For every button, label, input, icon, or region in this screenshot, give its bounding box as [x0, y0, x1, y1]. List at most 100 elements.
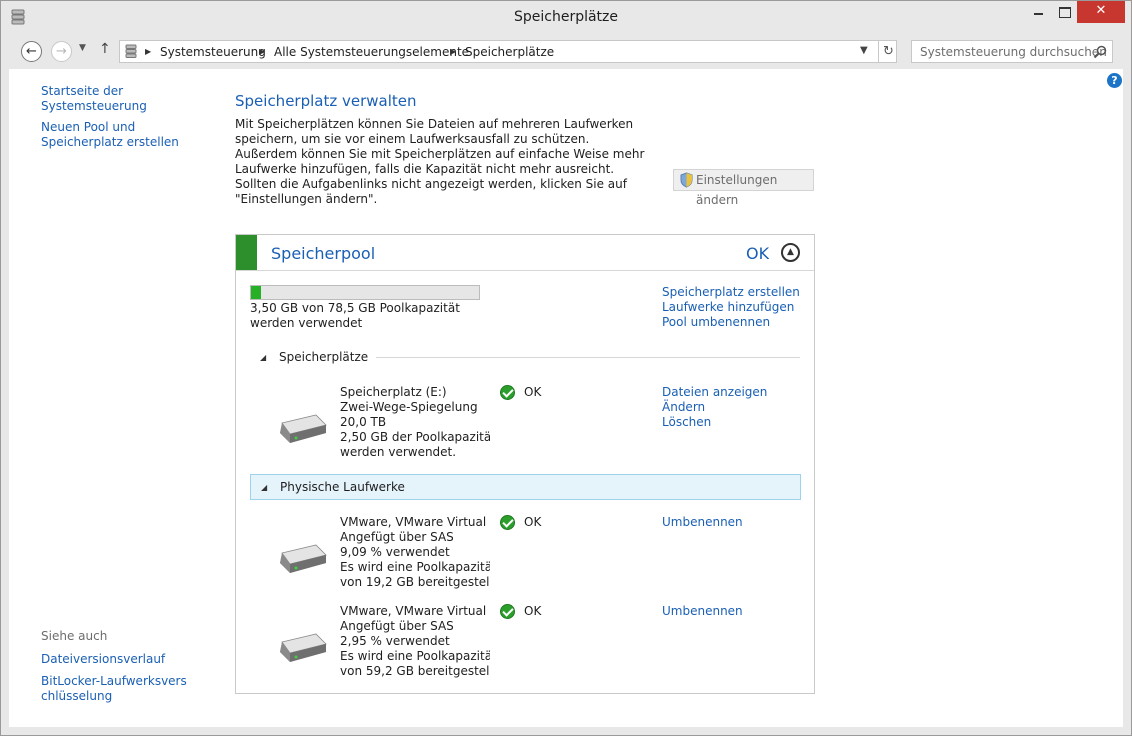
storage-spaces-icon [125, 44, 137, 58]
breadcrumb-systemsteuerung[interactable]: Systemsteuerung [160, 45, 266, 59]
title-bar: Speicherplätze ✕ [1, 1, 1131, 33]
search-input[interactable]: Systemsteuerung durchsuchen [920, 45, 1107, 59]
pool-actions: Speicherplatz erstellen Laufwerke hinzuf… [662, 285, 800, 330]
search-icon[interactable] [1092, 44, 1108, 60]
forward-button[interactable]: → [51, 41, 72, 62]
sidebar-home-link[interactable]: Startseite der Systemsteuerung [41, 84, 216, 114]
detail-line: von 59,2 GB bereitgestellt. [340, 664, 490, 678]
ok-check-icon [500, 604, 515, 619]
rename-drive-link[interactable]: Umbenennen [662, 604, 743, 619]
chevron-up-icon: ▲ [787, 247, 794, 257]
close-button[interactable]: ✕ [1077, 1, 1125, 23]
detail-line: werden verwendet. [340, 445, 457, 459]
physical-drive-item: VMware, VMware Virtual S... Angefügt übe… [250, 604, 800, 684]
create-space-link[interactable]: Speicherplatz erstellen [662, 285, 800, 300]
detail-line: Angefügt über SAS [340, 619, 454, 633]
search-box[interactable]: Systemsteuerung durchsuchen [911, 40, 1113, 63]
ok-check-icon [500, 385, 515, 400]
close-icon: ✕ [1095, 3, 1107, 18]
pool-status: OK [746, 244, 770, 263]
storage-space-actions: Dateien anzeigen Ändern Löschen [662, 385, 767, 430]
back-button[interactable]: ← [21, 41, 42, 62]
detail-line: 9,09 % verwendet [340, 545, 450, 559]
breadcrumb-speicherplaetze[interactable]: Speicherplätze [465, 45, 554, 59]
recent-locations-dropdown[interactable]: ▼ [79, 43, 86, 53]
arrow-up-icon: ↑ [99, 41, 111, 57]
physical-drive-details: VMware, VMware Virtual S... Angefügt übe… [340, 604, 490, 679]
detail-line: VMware, VMware Virtual S... [340, 604, 490, 618]
status-label: OK [524, 515, 542, 529]
detail-line: Es wird eine Poolkapazität [340, 649, 490, 663]
see-also-bitlocker-link[interactable]: BitLocker-Laufwerksverschlüsselung [41, 674, 191, 704]
pool-header-divider [236, 270, 814, 271]
address-history-chevron-icon[interactable]: ▼ [860, 45, 868, 56]
detail-line: Es wird eine Poolkapazität [340, 560, 490, 574]
up-button[interactable]: ↑ [99, 41, 111, 57]
address-bar[interactable]: ▶ Systemsteuerung ▶ Alle Systemsteuerung… [119, 40, 897, 63]
storage-space-details: Speicherplatz (E:) Zwei-Wege-Spiegelung … [340, 385, 490, 460]
detail-line: 2,50 GB der Poolkapazität [340, 430, 490, 444]
section-divider [376, 357, 800, 358]
delete-space-link[interactable]: Löschen [662, 415, 767, 430]
pool-capacity-text: 3,50 GB von 78,5 GB Poolkapazität werden… [250, 301, 460, 330]
ok-check-icon [500, 515, 515, 530]
pool-name: Speicherpool [271, 244, 376, 263]
physical-drives-section-header[interactable]: ◢ Physische Laufwerke [250, 474, 801, 500]
view-files-link[interactable]: Dateien anzeigen [662, 385, 767, 400]
collapse-pool-button[interactable]: ▲ [781, 243, 800, 262]
page-title: Speicherplatz verwalten [235, 92, 417, 110]
detail-line: von 19,2 GB bereitgestellt. [340, 575, 490, 589]
window-title: Speicherplätze [513, 9, 619, 25]
detail-line: VMware, VMware Virtual S... [340, 515, 490, 529]
collapse-triangle-icon: ◢ [260, 353, 267, 362]
pool-capacity-fill [251, 286, 262, 299]
content-area: ? Startseite der Systemsteuerung Neuen P… [9, 69, 1123, 727]
detail-line: 20,0 TB [340, 415, 387, 429]
uac-shield-icon [680, 172, 693, 188]
navigation-bar: ← → ▼ ↑ ▶ Systemsteuerung ▶ Alle Systems… [1, 33, 1131, 69]
breadcrumb-separator-icon[interactable]: ▶ [145, 47, 151, 56]
drive-icon [280, 414, 327, 443]
physical-drive-item: VMware, VMware Virtual S... Angefügt übe… [250, 515, 800, 595]
collapse-triangle-icon: ◢ [261, 483, 268, 492]
status-label: OK [524, 604, 542, 618]
breadcrumb-separator-icon[interactable]: ▶ [259, 47, 265, 56]
breadcrumb-alle-elemente[interactable]: Alle Systemsteuerungselemente [274, 45, 469, 59]
detail-line: Speicherplatz (E:) [340, 385, 447, 399]
change-space-link[interactable]: Ändern [662, 400, 767, 415]
minimize-button[interactable] [1025, 1, 1051, 23]
breadcrumb-separator-icon[interactable]: ▶ [450, 47, 456, 56]
physical-drive-details: VMware, VMware Virtual S... Angefügt übe… [340, 515, 490, 590]
detail-line: Zwei-Wege-Spiegelung [340, 400, 478, 414]
status-label: OK [524, 385, 542, 399]
refresh-button[interactable]: ↻ [878, 41, 898, 62]
change-settings-button[interactable]: Einstellungen ändern [673, 169, 814, 207]
window-bottom-border [1, 727, 1131, 735]
physical-drive-actions: Umbenennen [662, 515, 743, 530]
storage-pool-panel: Speicherpool OK ▲ 3,50 GB von 78,5 GB Po… [235, 234, 815, 694]
arrow-left-icon: ← [26, 44, 37, 59]
intro-text: Mit Speicherplätzen können Sie Dateien a… [235, 117, 645, 206]
see-also-file-history-link[interactable]: Dateiversionsverlauf [41, 652, 216, 667]
rename-pool-link[interactable]: Pool umbenennen [662, 315, 800, 330]
arrow-right-icon: → [56, 44, 67, 59]
maximize-button[interactable] [1051, 1, 1077, 23]
storage-space-item: Speicherplatz (E:) Zwei-Wege-Spiegelung … [250, 385, 800, 465]
see-also-heading: Siehe auch [41, 629, 108, 643]
pool-status-accent [236, 235, 257, 270]
drive-icon [280, 544, 327, 573]
section-title: Physische Laufwerke [280, 480, 405, 494]
physical-drive-actions: Umbenennen [662, 604, 743, 619]
detail-line: Angefügt über SAS [340, 530, 454, 544]
chevron-down-icon: ▼ [79, 43, 86, 53]
rename-drive-link[interactable]: Umbenennen [662, 515, 743, 530]
pool-capacity-bar [250, 285, 480, 300]
add-drives-link[interactable]: Laufwerke hinzufügen [662, 300, 800, 315]
help-icon[interactable]: ? [1107, 73, 1122, 88]
refresh-icon: ↻ [883, 44, 894, 59]
change-settings-label: Einstellungen ändern [696, 173, 778, 207]
detail-line: 2,95 % verwendet [340, 634, 450, 648]
storage-spaces-section-header[interactable]: ◢ Speicherplätze [250, 345, 800, 371]
window: Speicherplätze ✕ ← → ▼ ↑ ▶ Systemsteueru… [0, 0, 1132, 736]
sidebar-new-pool-link[interactable]: Neuen Pool und Speicherplatz erstellen [41, 120, 206, 150]
